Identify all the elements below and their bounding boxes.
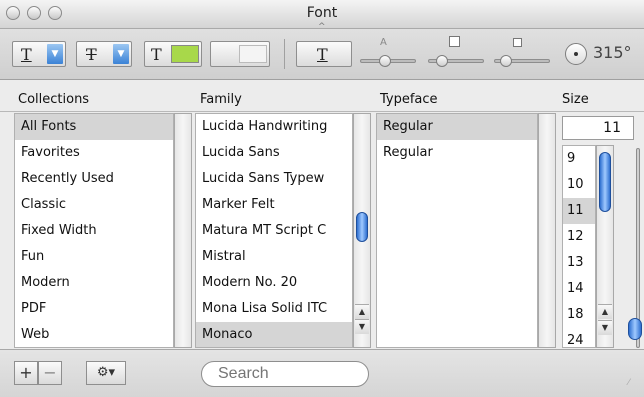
strikethrough-button[interactable]: T ▼ — [76, 41, 132, 67]
search-input[interactable] — [201, 361, 369, 387]
typeface-list[interactable]: Regular Regular — [376, 113, 538, 348]
offset-square-icon — [513, 38, 522, 47]
text-color-icon: T — [151, 45, 162, 64]
scroll-down-arrow-icon[interactable]: ▼ — [355, 319, 369, 334]
toolbar: T ▼ T ▼ T T A 315° — [0, 29, 644, 80]
size-item[interactable]: 12 — [563, 224, 595, 250]
family-list[interactable]: Lucida Handwriting Lucida Sans Lucida Sans… — [195, 113, 353, 348]
shadow-icon: T — [317, 45, 328, 64]
family-header: Family — [200, 92, 242, 107]
size-item[interactable]: 14 — [563, 276, 595, 302]
action-menu-button[interactable]: ⚙▾ — [86, 361, 126, 385]
size-scrollbar[interactable]: ▲ ▼ — [596, 145, 614, 348]
font-panel-window: Font ^ T ▼ T ▼ T T A 315° Collections Fa… — [0, 0, 644, 397]
blur-square-icon — [449, 36, 460, 47]
collection-item[interactable]: Web — [15, 322, 173, 347]
typeface-item[interactable]: Regular — [377, 114, 537, 140]
size-item[interactable]: 9 — [563, 146, 595, 172]
underline-button[interactable]: T ▼ — [12, 41, 66, 67]
size-header: Size — [562, 92, 589, 107]
collection-item[interactable]: Classic — [15, 192, 173, 218]
family-item[interactable]: Mistral — [196, 244, 352, 270]
text-color-swatch — [171, 45, 199, 63]
toolbar-divider — [284, 39, 285, 69]
family-item[interactable]: Modern No. 20 — [196, 270, 352, 296]
shadow-angle-value: 315° — [593, 43, 632, 62]
title-bar: Font ^ — [0, 0, 644, 32]
resize-grip-icon[interactable]: ⁄ — [628, 378, 630, 388]
size-scroll-thumb[interactable] — [599, 152, 611, 212]
family-item[interactable]: Matura MT Script C — [196, 218, 352, 244]
underline-dropdown-icon[interactable]: ▼ — [47, 44, 63, 64]
text-color-button[interactable]: T — [144, 41, 202, 67]
collections-header: Collections — [18, 92, 90, 107]
family-item[interactable]: Lucida Handwriting — [196, 114, 352, 140]
shadow-angle-dial[interactable] — [565, 43, 587, 65]
add-collection-button[interactable]: + — [14, 361, 38, 385]
size-item[interactable]: 10 — [563, 172, 595, 198]
collection-item[interactable]: Fixed Width — [15, 218, 173, 244]
opacity-small-a-icon: A — [380, 37, 387, 48]
header-divider — [0, 111, 644, 112]
size-item[interactable]: 13 — [563, 250, 595, 276]
collection-item[interactable]: Modern — [15, 270, 173, 296]
collection-item[interactable]: Fun — [15, 244, 173, 270]
collection-item[interactable]: Recently Used — [15, 166, 173, 192]
collection-item[interactable]: All Fonts — [15, 114, 173, 140]
shadow-blur-knob[interactable] — [436, 55, 448, 67]
underline-icon: T — [21, 45, 32, 64]
bottom-bar: + − ⚙▾ — [0, 349, 644, 397]
collection-item[interactable]: PDF — [15, 296, 173, 322]
family-item[interactable]: Marker Felt — [196, 192, 352, 218]
family-scroll-thumb[interactable] — [356, 212, 368, 242]
size-slider-knob[interactable] — [628, 318, 642, 340]
shadow-opacity-knob[interactable] — [379, 55, 391, 67]
collections-list[interactable]: All Fonts Favorites Recently Used Classic Fi… — [14, 113, 174, 348]
size-item[interactable]: 18 — [563, 302, 595, 328]
size-input[interactable]: 11 — [562, 116, 634, 140]
family-item[interactable]: Lucida Sans — [196, 140, 352, 166]
window-title: Font — [306, 5, 338, 21]
family-item[interactable]: Monaco — [196, 322, 352, 347]
collections-scrollbar[interactable] — [174, 113, 192, 348]
strikethrough-icon: T — [86, 45, 97, 64]
size-scroll-down-arrow-icon[interactable]: ▼ — [598, 320, 612, 335]
size-item[interactable]: 11 — [563, 198, 595, 224]
typeface-item[interactable]: Regular — [377, 140, 537, 166]
document-color-swatch — [239, 45, 267, 63]
remove-collection-button[interactable]: − — [38, 361, 62, 385]
shadow-offset-knob[interactable] — [500, 55, 512, 67]
dial-dot-icon — [574, 52, 578, 56]
typeface-header: Typeface — [380, 92, 438, 107]
size-list[interactable]: 9 10 11 12 13 14 18 24 — [562, 145, 596, 348]
shadow-button[interactable]: T — [296, 41, 352, 67]
family-item[interactable]: Mona Lisa Solid ITC — [196, 296, 352, 322]
size-item[interactable]: 24 — [563, 328, 595, 347]
strikethrough-dropdown-icon[interactable]: ▼ — [113, 44, 129, 64]
collection-item[interactable]: Favorites — [15, 140, 173, 166]
size-scroll-up-arrow-icon[interactable]: ▲ — [598, 304, 612, 319]
document-color-button[interactable] — [210, 41, 270, 67]
gear-icon: ⚙▾ — [96, 365, 116, 380]
typeface-scrollbar[interactable] — [538, 113, 556, 348]
family-scrollbar[interactable]: ▲ ▼ — [353, 113, 371, 348]
scroll-up-arrow-icon[interactable]: ▲ — [355, 304, 369, 319]
family-item[interactable]: Lucida Sans Typew — [196, 166, 352, 192]
